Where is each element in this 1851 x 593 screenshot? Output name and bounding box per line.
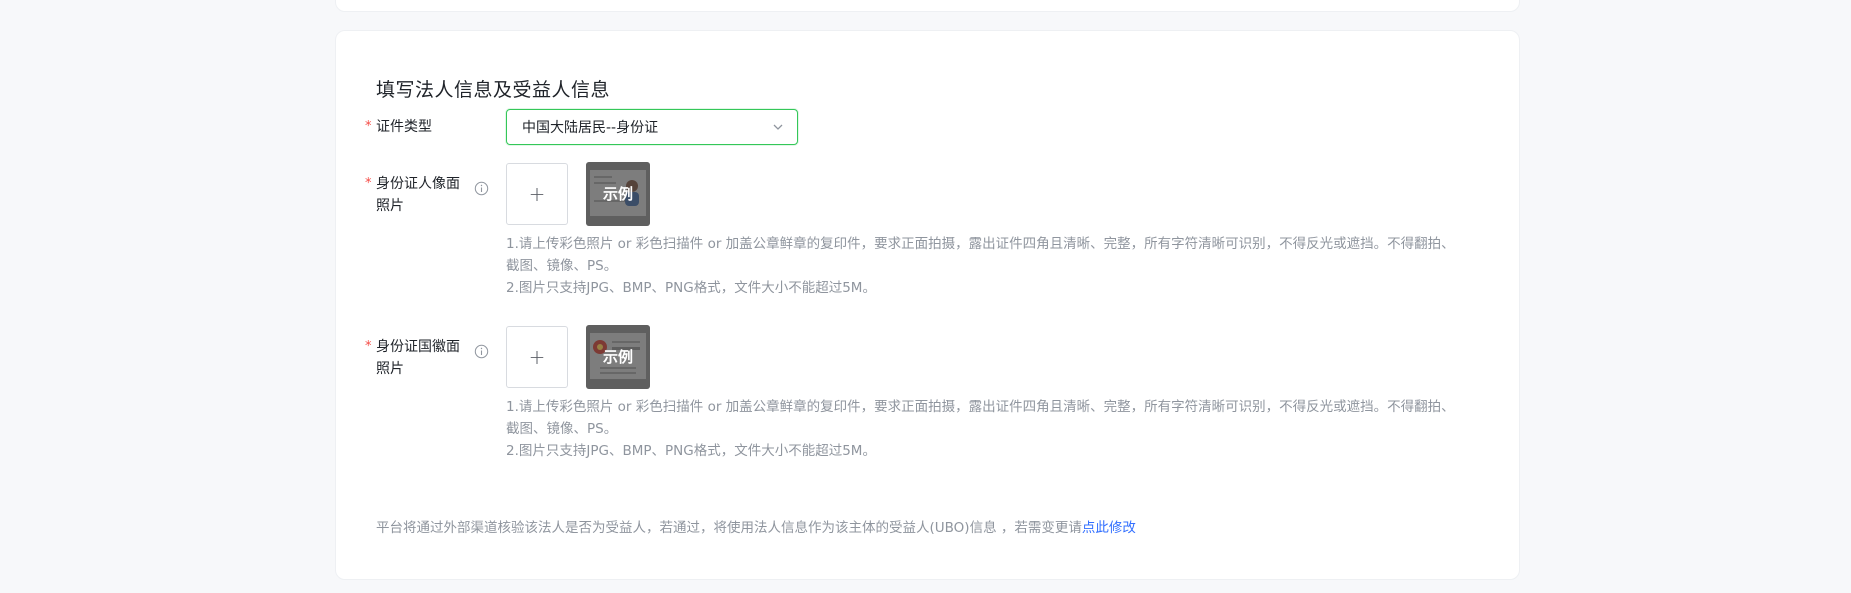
id-type-label: * 证件类型: [365, 116, 471, 138]
ubo-note-text: 平台将通过外部渠道核验该法人是否为受益人，若通过，将使用法人信息作为该主体的受益…: [376, 520, 1082, 536]
info-icon[interactable]: [474, 344, 489, 359]
id-type-select[interactable]: 中国大陆居民--身份证: [506, 109, 798, 145]
legal-person-card: 填写法人信息及受益人信息 * 证件类型 中国大陆居民--身份证 * 身份证人像面…: [335, 30, 1520, 580]
id-back-upload-button[interactable]: +: [506, 326, 568, 388]
plus-icon: +: [528, 345, 546, 369]
id-back-sample-image[interactable]: 示例: [586, 325, 650, 389]
hint-line: 1.请上传彩色照片 or 彩色扫描件 or 加盖公章鲜章的复印件，要求正面拍摄，…: [506, 236, 1455, 274]
hint-line: 2.图片只支持JPG、BMP、PNG格式，文件大小不能超过5M。: [506, 443, 876, 459]
id-front-hint: 1.请上传彩色照片 or 彩色扫描件 or 加盖公章鲜章的复印件，要求正面拍摄，…: [506, 233, 1466, 299]
ubo-note: 平台将通过外部渠道核验该法人是否为受益人，若通过，将使用法人信息作为该主体的受益…: [376, 516, 1136, 536]
id-back-row: * 身份证国徽面照片 + 示例 1.请上传彩色照片 or 彩色扫描件 or 加盖…: [336, 325, 1519, 459]
id-front-row: * 身份证人像面照片 + 示例 1.请上传彩色照片 or 彩色扫描件 or 加盖…: [336, 162, 1519, 296]
required-mark: *: [365, 339, 372, 354]
id-back-hint: 1.请上传彩色照片 or 彩色扫描件 or 加盖公章鲜章的复印件，要求正面拍摄，…: [506, 396, 1466, 462]
sample-label: 示例: [602, 348, 633, 366]
plus-icon: +: [528, 182, 546, 206]
id-type-row: * 证件类型 中国大陆居民--身份证: [336, 109, 1519, 145]
sample-label: 示例: [602, 185, 633, 203]
id-front-label: * 身份证人像面照片: [365, 173, 471, 217]
id-back-label: * 身份证国徽面照片: [365, 336, 471, 380]
edit-link[interactable]: 点此修改: [1082, 520, 1136, 536]
info-icon[interactable]: [474, 181, 489, 196]
id-front-upload-button[interactable]: +: [506, 163, 568, 225]
chevron-down-icon: [773, 124, 783, 130]
required-mark: *: [365, 176, 372, 191]
id-front-sample-image[interactable]: 示例: [586, 162, 650, 226]
required-mark: *: [365, 119, 372, 134]
section-title: 填写法人信息及受益人信息: [376, 79, 611, 101]
hint-line: 2.图片只支持JPG、BMP、PNG格式，文件大小不能超过5M。: [506, 280, 876, 296]
hint-line: 1.请上传彩色照片 or 彩色扫描件 or 加盖公章鲜章的复印件，要求正面拍摄，…: [506, 399, 1455, 437]
id-type-value: 中国大陆居民--身份证: [522, 120, 659, 136]
previous-card: [335, 0, 1520, 12]
